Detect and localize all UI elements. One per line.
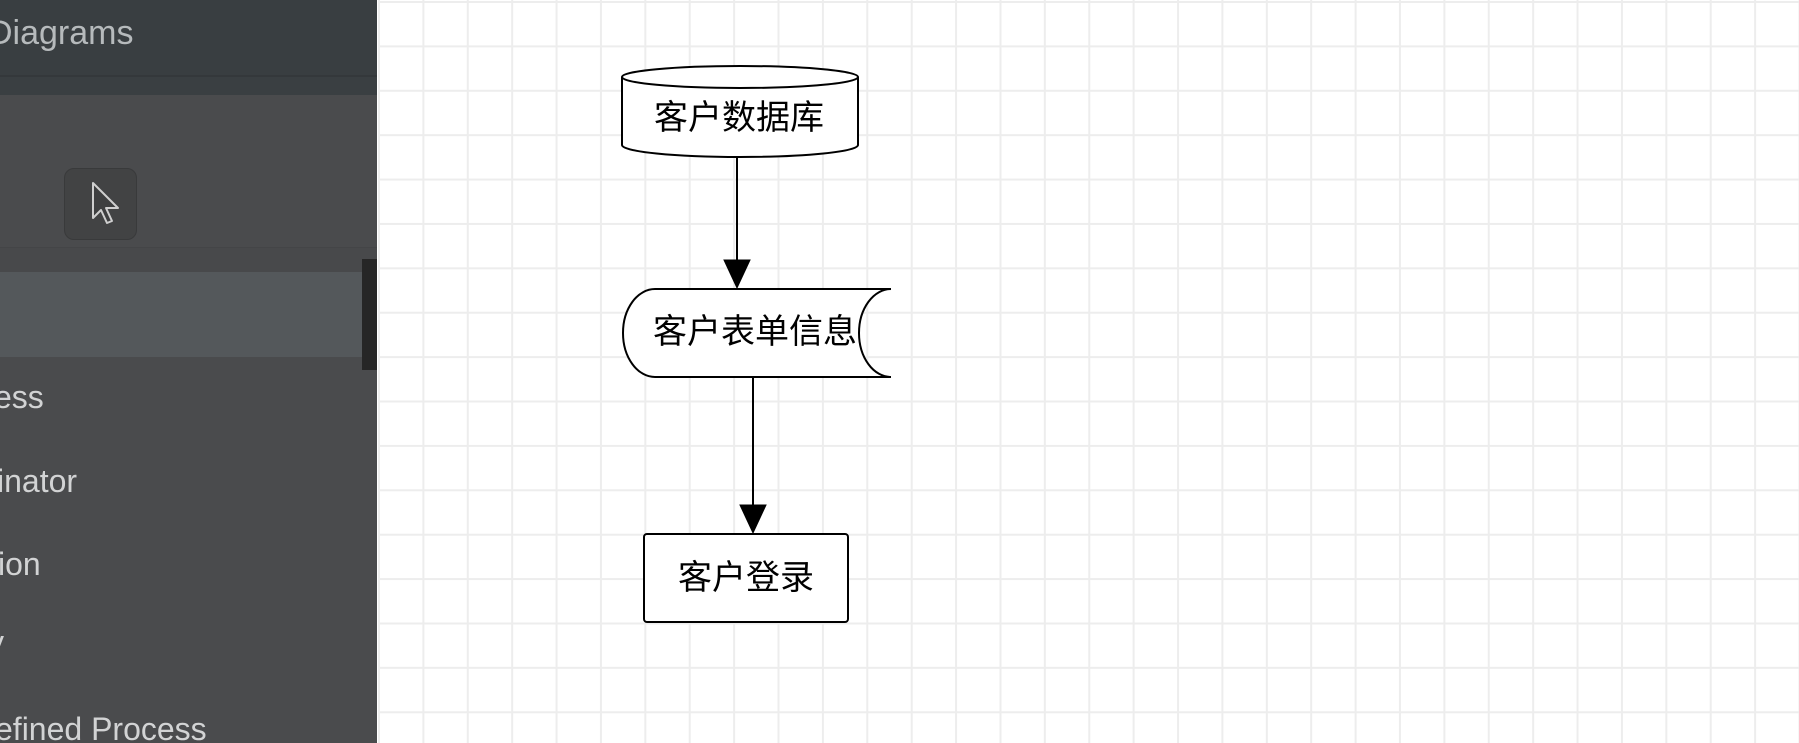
diagram-svg: 客户数据库 客户表单信息 客户登录 [621, 65, 892, 623]
sidebar-subheader [0, 75, 377, 95]
shapes-sidebar: Diagrams ess inator ion y efined Process [0, 0, 377, 743]
connector-database-to-form[interactable] [723, 157, 751, 290]
shape-item-delay[interactable]: y [0, 624, 4, 660]
pointer-icon [92, 182, 119, 224]
shape-item-predefined-process[interactable]: efined Process [0, 711, 207, 743]
diagram-canvas[interactable]: 客户数据库 客户表单信息 客户登录 [378, 0, 1799, 743]
shape-label[interactable]: 客户数据库 [654, 98, 824, 138]
shape-label[interactable]: 客户表单信息 [653, 312, 857, 352]
arrowhead-icon [739, 504, 767, 535]
shape-item-terminator[interactable]: inator [0, 463, 77, 499]
shape-customer-database[interactable]: 客户数据库 [621, 65, 859, 158]
pointer-tool-button[interactable] [64, 168, 137, 240]
shape-customer-form-info[interactable]: 客户表单信息 [622, 288, 892, 378]
shape-customer-login[interactable]: 客户登录 [643, 533, 849, 623]
sidebar-header: Diagrams [0, 0, 377, 75]
sidebar-scrollbar-thumb[interactable] [362, 259, 377, 370]
shape-label[interactable]: 客户登录 [678, 558, 814, 598]
sidebar-selected-row[interactable] [0, 272, 377, 357]
arrowhead-icon [723, 259, 751, 290]
sidebar-divider [0, 247, 377, 273]
shape-item-process[interactable]: ess [0, 379, 44, 415]
sidebar-title[interactable]: Diagrams [0, 14, 133, 52]
shape-item-decision[interactable]: ion [0, 546, 41, 582]
connector-form-to-login[interactable] [739, 377, 767, 535]
